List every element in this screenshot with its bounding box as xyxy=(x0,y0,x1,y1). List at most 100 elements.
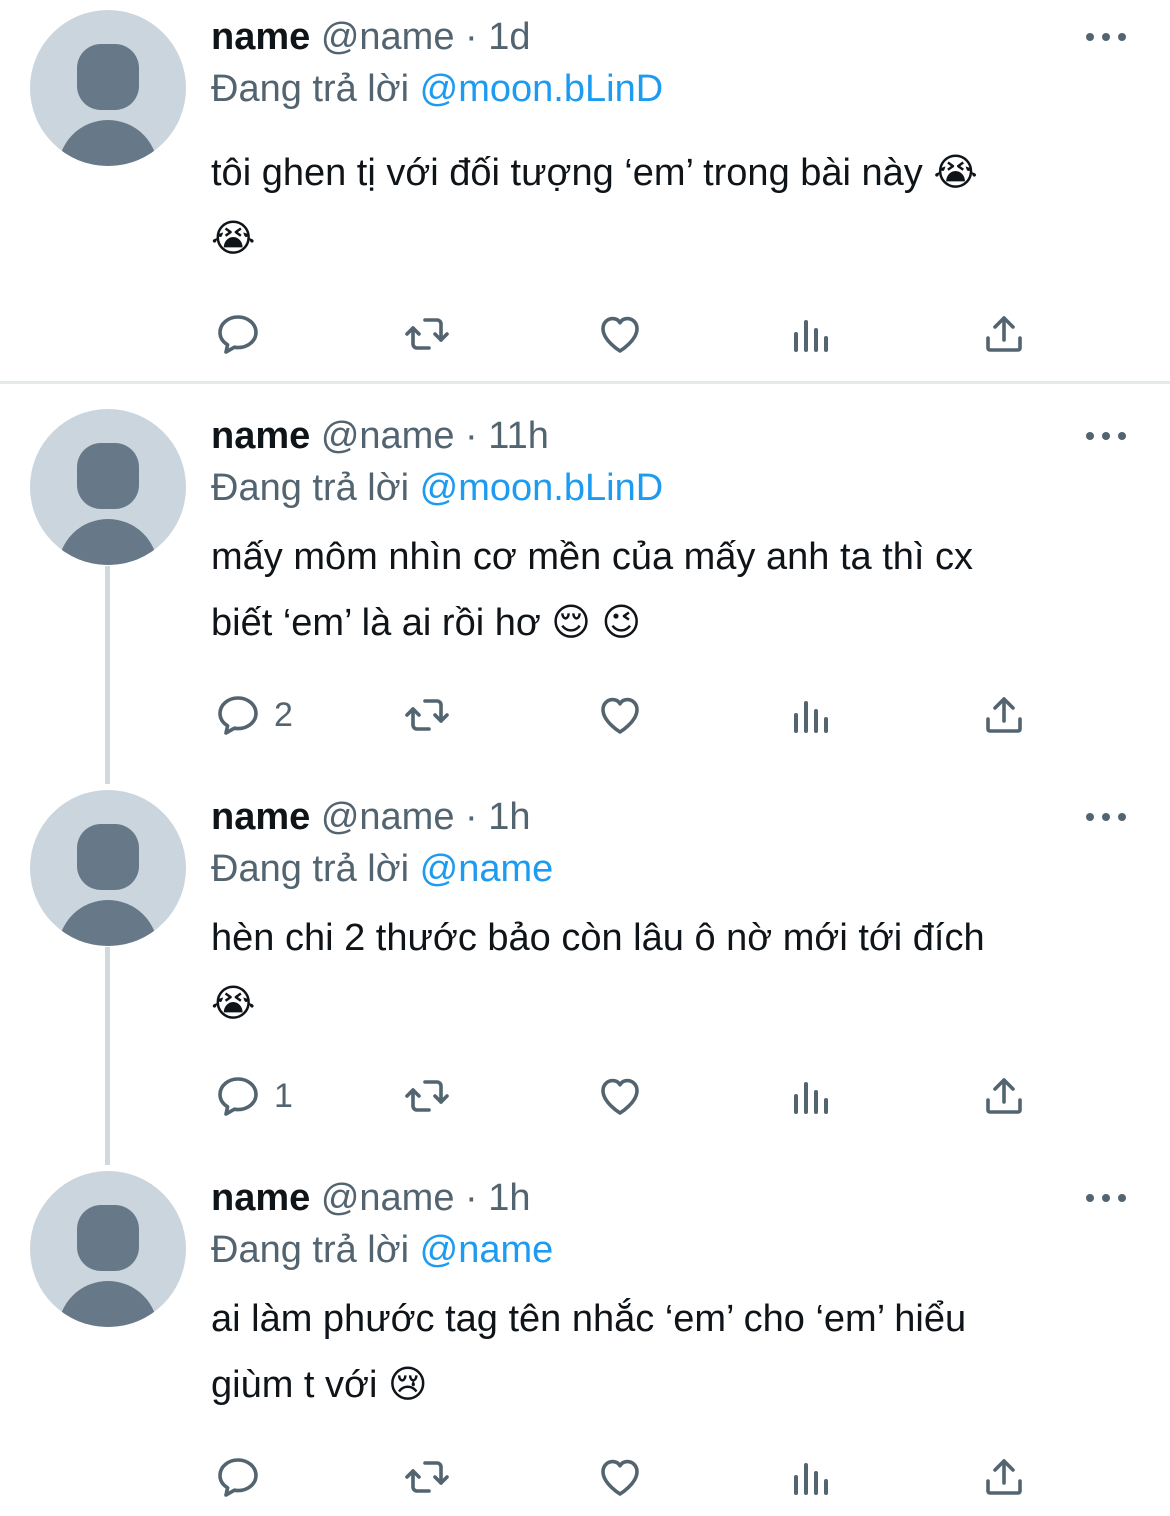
retweet-button[interactable] xyxy=(403,304,451,364)
user-handle[interactable]: @name xyxy=(321,1177,455,1219)
tweet-divider xyxy=(0,381,1170,384)
share-button[interactable] xyxy=(980,685,1028,745)
tweet-text: tôi ghen tị với đối tượng ‘em’ trong bài… xyxy=(211,140,1111,272)
separator-dot: · xyxy=(465,16,478,58)
avatar-body-shape xyxy=(58,120,158,166)
share-icon xyxy=(986,1078,1022,1114)
tweet-text: ai làm phước tag tên nhắc ‘em’ cho ‘em’ … xyxy=(211,1286,1111,1418)
avatar-body-shape xyxy=(58,900,158,946)
tweet-text-line: giùm t với 😢 xyxy=(211,1364,428,1406)
timestamp[interactable]: 11h xyxy=(488,415,549,457)
reply-icon xyxy=(218,1458,258,1497)
heart-icon xyxy=(601,1078,639,1115)
tweet-text-line: biết ‘em’ là ai rồi hơ 😌 😉 xyxy=(211,602,642,644)
reply-button[interactable]: 1 xyxy=(214,1066,293,1126)
more-options-icon[interactable] xyxy=(1086,810,1126,824)
tweet-header: name @name · 1h xyxy=(211,792,531,842)
tweet-actions: 1 xyxy=(0,1066,1170,1126)
user-handle[interactable]: @name xyxy=(321,16,455,58)
retweet-button[interactable] xyxy=(403,1066,451,1126)
avatar[interactable] xyxy=(30,1171,186,1327)
views-button[interactable] xyxy=(788,1447,836,1507)
reply-icon xyxy=(218,696,258,735)
views-icon xyxy=(794,701,828,733)
share-icon xyxy=(986,1459,1022,1495)
tweet[interactable]: name @name · 1d Đang trả lời @moon.bLinD… xyxy=(0,0,1170,380)
share-icon xyxy=(986,697,1022,733)
share-button[interactable] xyxy=(980,1447,1028,1507)
avatar-body-shape xyxy=(58,1281,158,1327)
views-icon xyxy=(794,1082,828,1114)
separator-dot: · xyxy=(465,796,478,838)
views-button[interactable] xyxy=(788,685,836,745)
views-button[interactable] xyxy=(788,1066,836,1126)
avatar-head-shape xyxy=(77,443,139,509)
replying-to: Đang trả lời @name xyxy=(211,844,553,894)
display-name[interactable]: name xyxy=(211,16,310,58)
timestamp[interactable]: 1h xyxy=(488,796,530,838)
separator-dot: · xyxy=(465,1177,478,1219)
reply-button[interactable] xyxy=(214,304,274,364)
user-handle[interactable]: @name xyxy=(321,415,455,457)
heart-icon xyxy=(601,697,639,734)
more-options-icon[interactable] xyxy=(1086,30,1126,44)
tweet-header: name @name · 1h xyxy=(211,1173,531,1223)
reply-button[interactable]: 2 xyxy=(214,685,293,745)
reply-count: 2 xyxy=(274,695,293,734)
replying-to-label: Đang trả lời xyxy=(211,467,410,509)
display-name[interactable]: name xyxy=(211,415,310,457)
views-icon xyxy=(794,1463,828,1495)
reply-icon xyxy=(218,1077,258,1116)
like-button[interactable] xyxy=(596,1066,644,1126)
views-icon xyxy=(794,320,828,352)
tweet[interactable]: name @name · 1h Đang trả lời @name hèn c… xyxy=(0,780,1170,1160)
tweet-actions xyxy=(0,304,1170,364)
retweet-button[interactable] xyxy=(403,1447,451,1507)
share-button[interactable] xyxy=(980,1066,1028,1126)
avatar[interactable] xyxy=(30,790,186,946)
tweet[interactable]: name @name · 11h Đang trả lời @moon.bLin… xyxy=(0,399,1170,779)
like-button[interactable] xyxy=(596,685,644,745)
replying-to: Đang trả lời @name xyxy=(211,1225,553,1275)
like-button[interactable] xyxy=(596,304,644,364)
tweet-text-line: ai làm phước tag tên nhắc ‘em’ cho ‘em’ … xyxy=(211,1298,967,1340)
avatar[interactable] xyxy=(30,10,186,166)
heart-icon xyxy=(601,316,639,353)
tweet-text-line: tôi ghen tị với đối tượng ‘em’ trong bài… xyxy=(211,152,978,194)
display-name[interactable]: name xyxy=(211,1177,310,1219)
more-options-icon[interactable] xyxy=(1086,1191,1126,1205)
tweet-text: hèn chi 2 thước bảo còn lâu ô nờ mới tới… xyxy=(211,905,1111,1037)
tweet-header: name @name · 11h xyxy=(211,411,549,461)
replying-to-label: Đang trả lời xyxy=(211,68,410,110)
replying-to-link[interactable]: @moon.bLinD xyxy=(420,68,663,110)
retweet-icon xyxy=(405,1461,449,1493)
heart-icon xyxy=(601,1459,639,1496)
replying-to-link[interactable]: @name xyxy=(420,848,554,890)
more-options-icon[interactable] xyxy=(1086,429,1126,443)
replying-to-link[interactable]: @moon.bLinD xyxy=(420,467,663,509)
replying-to-link[interactable]: @name xyxy=(420,1229,554,1271)
reply-button[interactable] xyxy=(214,1447,274,1507)
views-button[interactable] xyxy=(788,304,836,364)
reply-icon xyxy=(218,315,258,354)
reply-count: 1 xyxy=(274,1076,293,1115)
retweet-icon xyxy=(405,699,449,731)
replying-to-label: Đang trả lời xyxy=(211,848,410,890)
retweet-button[interactable] xyxy=(403,685,451,745)
tweet-header: name @name · 1d xyxy=(211,12,531,62)
timestamp[interactable]: 1d xyxy=(488,16,530,58)
avatar[interactable] xyxy=(30,409,186,565)
replying-to: Đang trả lời @moon.bLinD xyxy=(211,463,663,513)
avatar-head-shape xyxy=(77,824,139,890)
tweet-text-line: hèn chi 2 thước bảo còn lâu ô nờ mới tới… xyxy=(211,917,985,959)
avatar-head-shape xyxy=(77,1205,139,1271)
like-button[interactable] xyxy=(596,1447,644,1507)
tweet[interactable]: name @name · 1h Đang trả lời @name ai là… xyxy=(0,1161,1170,1516)
share-icon xyxy=(986,316,1022,352)
share-button[interactable] xyxy=(980,304,1028,364)
separator-dot: · xyxy=(465,415,478,457)
user-handle[interactable]: @name xyxy=(321,796,455,838)
display-name[interactable]: name xyxy=(211,796,310,838)
tweet-text-line: 😭 xyxy=(211,983,256,1025)
timestamp[interactable]: 1h xyxy=(488,1177,530,1219)
